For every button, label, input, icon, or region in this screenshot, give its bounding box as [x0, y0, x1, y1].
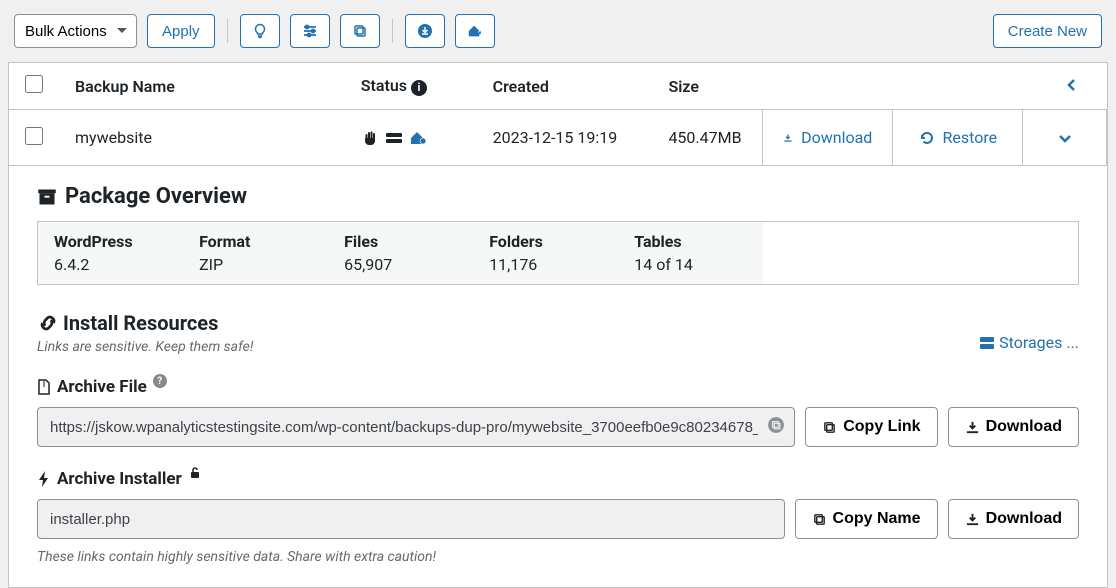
- download-circle-icon: [417, 23, 433, 39]
- overview-grid: WordPress 6.4.2 Format ZIP Files 65,907 …: [37, 221, 1079, 285]
- folders-value: 11,176: [489, 255, 602, 274]
- column-header-name[interactable]: Backup Name: [59, 63, 345, 110]
- create-new-button[interactable]: Create New: [993, 14, 1102, 48]
- archive-installer-input[interactable]: [37, 499, 785, 539]
- archive-icon: [37, 187, 57, 207]
- restore-icon: [919, 130, 935, 146]
- backup-name-cell: mywebsite: [59, 110, 345, 166]
- format-value: ZIP: [199, 255, 312, 274]
- archive-installer-heading: Archive Installer: [37, 469, 1079, 489]
- house-flame-icon: [467, 23, 483, 39]
- download-installer-button[interactable]: Download: [948, 499, 1079, 539]
- files-value: 65,907: [344, 255, 457, 274]
- restore-action[interactable]: Restore: [893, 110, 1023, 165]
- lightbulb-icon: [252, 23, 268, 39]
- created-cell: 2023-12-15 19:19: [477, 110, 653, 166]
- chevron-left-icon[interactable]: [1065, 78, 1079, 92]
- help-icon[interactable]: ?: [153, 374, 167, 388]
- tables-label: Tables: [634, 232, 747, 251]
- separator: [227, 19, 228, 43]
- copy-name-button[interactable]: Copy Name: [795, 499, 938, 539]
- download-archive-button[interactable]: Download: [948, 407, 1079, 447]
- copy-icon: [812, 512, 827, 527]
- download-action[interactable]: Download: [763, 110, 893, 165]
- sliders-icon: [302, 23, 318, 39]
- recovery-button[interactable]: [455, 14, 495, 48]
- link-icon: [37, 312, 59, 334]
- house-flame-icon: [409, 130, 427, 146]
- download-icon: [965, 420, 980, 435]
- format-label: Format: [199, 232, 312, 251]
- download-icon: [783, 130, 793, 146]
- column-header-status: Status i: [345, 63, 477, 110]
- storages-link[interactable]: Storages ...: [979, 333, 1079, 352]
- expand-toggle[interactable]: [1023, 110, 1107, 165]
- install-resources-heading: Install Resources: [37, 311, 1079, 335]
- package-details-panel: Package Overview WordPress 6.4.2 Format …: [8, 166, 1108, 588]
- copy-inline-icon[interactable]: [767, 416, 785, 438]
- select-all-checkbox[interactable]: [25, 75, 43, 93]
- lightbulb-button[interactable]: [240, 14, 280, 48]
- backups-table: Backup Name Status i Created Size mywebs…: [8, 62, 1108, 166]
- templates-button[interactable]: [340, 14, 380, 48]
- table-row: mywebsite 2023-12-15 19:19 450.47MB Down…: [9, 110, 1108, 166]
- unlock-icon: [188, 466, 202, 480]
- server-icon: [979, 336, 995, 350]
- copy-icon: [822, 420, 837, 435]
- archive-file-heading: Archive File ?: [37, 377, 1079, 397]
- separator: [392, 19, 393, 43]
- folders-label: Folders: [489, 232, 602, 251]
- package-overview-heading: Package Overview: [37, 184, 1079, 209]
- archive-file-input[interactable]: [37, 407, 795, 447]
- size-cell: 450.47MB: [652, 110, 762, 166]
- copy-icon: [352, 23, 368, 39]
- footer-hint: These links contain highly sensitive dat…: [37, 549, 1079, 565]
- column-header-created[interactable]: Created: [477, 63, 653, 110]
- info-icon[interactable]: i: [411, 80, 427, 96]
- bulk-actions-select[interactable]: Bulk Actions: [14, 14, 137, 48]
- settings-button[interactable]: [290, 14, 330, 48]
- bolt-icon: [37, 471, 51, 487]
- wordpress-value: 6.4.2: [54, 255, 167, 274]
- tables-value: 14 of 14: [634, 255, 747, 274]
- copy-link-button[interactable]: Copy Link: [805, 407, 937, 447]
- column-header-actions: [762, 63, 1107, 110]
- hand-icon: [361, 130, 379, 146]
- row-checkbox[interactable]: [25, 127, 43, 145]
- file-archive-icon: [37, 379, 51, 395]
- apply-button[interactable]: Apply: [147, 14, 215, 48]
- download-icon: [965, 512, 980, 527]
- import-button[interactable]: [405, 14, 445, 48]
- database-icon: [385, 130, 403, 146]
- chevron-down-icon: [1058, 131, 1072, 145]
- column-header-size[interactable]: Size: [652, 63, 762, 110]
- files-label: Files: [344, 232, 457, 251]
- status-icons: [361, 130, 461, 146]
- wordpress-label: WordPress: [54, 232, 167, 251]
- install-hint: Links are sensitive. Keep them safe!: [37, 339, 1079, 355]
